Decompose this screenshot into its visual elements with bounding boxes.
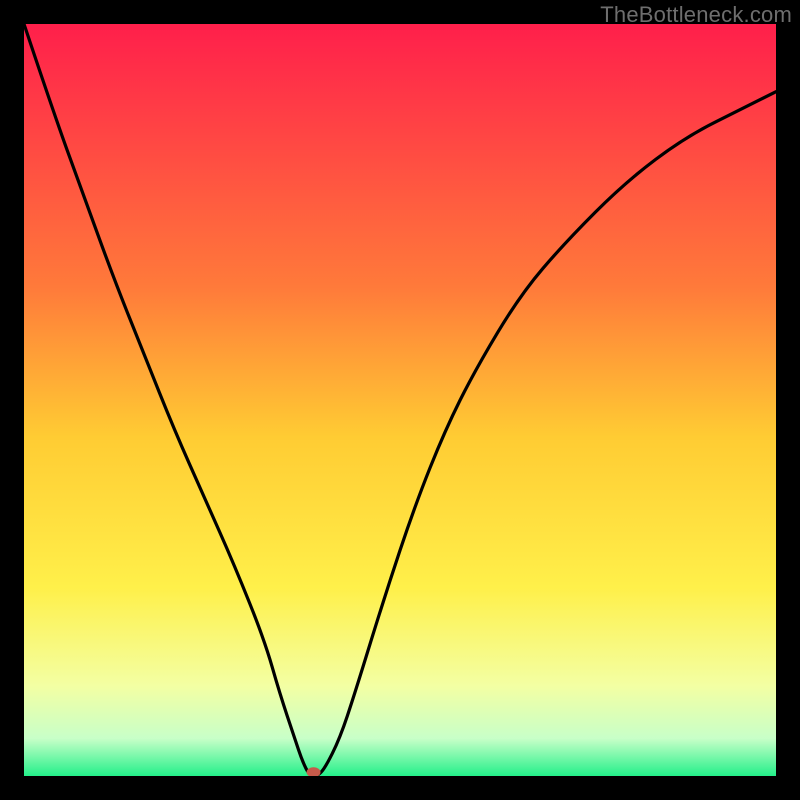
watermark-text: TheBottleneck.com bbox=[600, 2, 792, 28]
chart-frame bbox=[24, 24, 776, 776]
bottleneck-chart bbox=[24, 24, 776, 776]
gradient-background bbox=[24, 24, 776, 776]
